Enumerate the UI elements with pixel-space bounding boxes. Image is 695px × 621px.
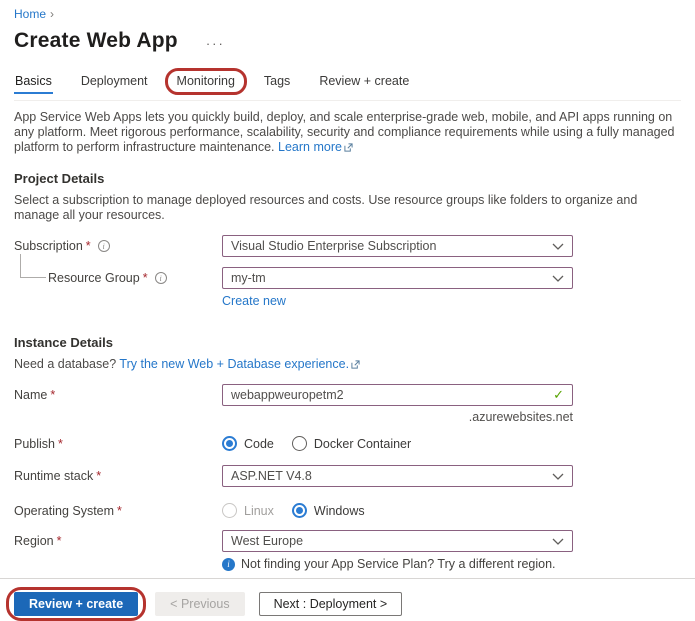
subscription-value: Visual Studio Enterprise Subscription [231, 239, 437, 253]
region-select[interactable]: West Europe [222, 530, 573, 552]
subscription-row: Subscription * i Visual Studio Enterpris… [14, 235, 681, 257]
previous-button[interactable]: < Previous [155, 592, 245, 616]
runtime-stack-field-cell: ASP.NET V4.8 [222, 465, 573, 487]
name-input[interactable]: webappweuropetm2 ✓ [222, 384, 573, 406]
chevron-right-icon: › [50, 7, 55, 21]
radio-selected-icon [291, 503, 307, 518]
subscription-select[interactable]: Visual Studio Enterprise Subscription [222, 235, 573, 257]
resource-group-row: Resource Group * i my-tm Create new [14, 254, 681, 308]
page-title: Create Web App [14, 29, 178, 52]
tab-review-create[interactable]: Review + create [318, 72, 410, 94]
runtime-stack-row: Runtime stack * ASP.NET V4.8 [14, 465, 681, 487]
subscription-field-cell: Visual Studio Enterprise Subscription [222, 235, 573, 257]
operating-system-options: Linux Windows [222, 500, 573, 518]
tab-monitoring-label: Monitoring [176, 74, 235, 88]
breadcrumb-home-link[interactable]: Home [14, 7, 46, 21]
name-row: Name * webappweuropetm2 ✓ .azurewebsites… [14, 384, 681, 424]
tab-basics[interactable]: Basics [14, 72, 53, 94]
tab-monitoring[interactable]: Monitoring [164, 68, 247, 95]
radio-code[interactable]: Code [222, 436, 274, 451]
footer-bar: Review + create < Previous Next : Deploy… [0, 578, 695, 621]
required-asterisk: * [58, 437, 63, 451]
required-asterisk: * [117, 504, 122, 518]
next-deployment-button[interactable]: Next : Deployment > [258, 592, 403, 616]
name-label-cell: Name * [14, 384, 222, 402]
resource-group-label: Resource Group [48, 271, 140, 285]
publish-label-cell: Publish * [14, 433, 222, 451]
subscription-label-cell: Subscription * i [14, 235, 222, 253]
tab-deployment[interactable]: Deployment [80, 72, 149, 94]
region-field-cell: West Europe i Not finding your App Servi… [222, 530, 573, 571]
database-prompt: Need a database? [14, 357, 117, 371]
database-experience-link[interactable]: Try the new Web + Database experience. [119, 357, 349, 371]
operating-system-label-cell: Operating System * [14, 500, 222, 518]
resource-group-select[interactable]: my-tm [222, 267, 573, 289]
required-asterisk: * [56, 534, 62, 548]
radio-selected-icon [222, 436, 237, 451]
project-details-description: Select a subscription to manage deployed… [14, 193, 638, 222]
runtime-stack-label-cell: Runtime stack * [14, 465, 222, 483]
runtime-stack-label: Runtime stack [14, 469, 94, 483]
radio-docker-container[interactable]: Docker Container [291, 436, 412, 451]
radio-disabled-icon [222, 503, 237, 518]
publish-label: Publish [14, 437, 55, 451]
subscription-label: Subscription [14, 239, 83, 253]
required-asterisk: * [50, 388, 56, 402]
required-asterisk: * [96, 469, 102, 483]
tab-bar: Basics Deployment Monitoring Tags Review… [14, 68, 681, 101]
operating-system-row: Operating System * Linux Windows [14, 500, 681, 518]
create-new-link[interactable]: Create new [222, 294, 286, 308]
publish-options: Code Docker Container [222, 433, 573, 451]
publish-row: Publish * Code Docker Container [14, 433, 681, 451]
region-label: Region [14, 534, 54, 548]
radio-linux-label: Linux [244, 503, 274, 518]
radio-unselected-icon [291, 436, 307, 451]
hierarchy-connector-line [20, 254, 46, 278]
title-row: Create Web App ··· [14, 29, 681, 53]
resource-group-field-cell: my-tm Create new [222, 267, 573, 308]
breadcrumb: Home › [14, 7, 681, 21]
region-info-note: i Not finding your App Service Plan? Try… [222, 557, 573, 571]
external-link-icon [344, 143, 353, 152]
info-icon[interactable]: i [154, 272, 167, 284]
tab-tags[interactable]: Tags [263, 72, 291, 94]
radio-docker-label: Docker Container [313, 436, 412, 451]
runtime-stack-select[interactable]: ASP.NET V4.8 [222, 465, 573, 487]
chevron-down-icon [552, 243, 564, 250]
review-create-button[interactable]: Review + create [14, 592, 139, 616]
region-info-text: Not finding your App Service Plan? Try a… [241, 557, 556, 571]
review-create-wrap: Review + create [6, 587, 147, 621]
region-row: Region * West Europe i Not finding your … [14, 530, 681, 571]
name-field-cell: webappweuropetm2 ✓ .azurewebsites.net [222, 384, 573, 424]
project-details-heading: Project Details [14, 171, 105, 186]
create-web-app-page: Home › Create Web App ··· Basics Deployme… [0, 0, 695, 614]
region-label-cell: Region * [14, 530, 222, 548]
database-prompt-line: Need a database? Try the new Web + Datab… [14, 357, 674, 372]
region-value: West Europe [231, 534, 304, 548]
runtime-stack-value: ASP.NET V4.8 [231, 469, 312, 483]
radio-linux[interactable]: Linux [222, 503, 274, 518]
chevron-down-icon [552, 275, 564, 282]
required-asterisk: * [142, 271, 148, 285]
info-icon[interactable]: i [97, 240, 110, 252]
radio-windows-label: Windows [313, 503, 365, 518]
operating-system-label: Operating System [14, 504, 115, 518]
name-label: Name [14, 388, 48, 402]
chevron-down-icon [552, 473, 564, 480]
name-value: webappweuropetm2 [231, 388, 344, 402]
required-asterisk: * [85, 239, 91, 253]
more-options-icon[interactable]: ··· [206, 36, 225, 51]
resource-group-value: my-tm [231, 271, 266, 285]
intro-paragraph: App Service Web Apps lets you quickly bu… [14, 110, 677, 155]
radio-code-label: Code [244, 436, 274, 451]
info-filled-icon: i [222, 557, 235, 571]
valid-check-icon: ✓ [553, 387, 564, 402]
instance-details-heading: Instance Details [14, 335, 113, 350]
chevron-down-icon [552, 538, 564, 545]
domain-suffix: .azurewebsites.net [468, 410, 573, 424]
learn-more-link[interactable]: Learn more [278, 140, 342, 154]
radio-windows[interactable]: Windows [291, 503, 365, 518]
external-link-icon [351, 360, 360, 369]
